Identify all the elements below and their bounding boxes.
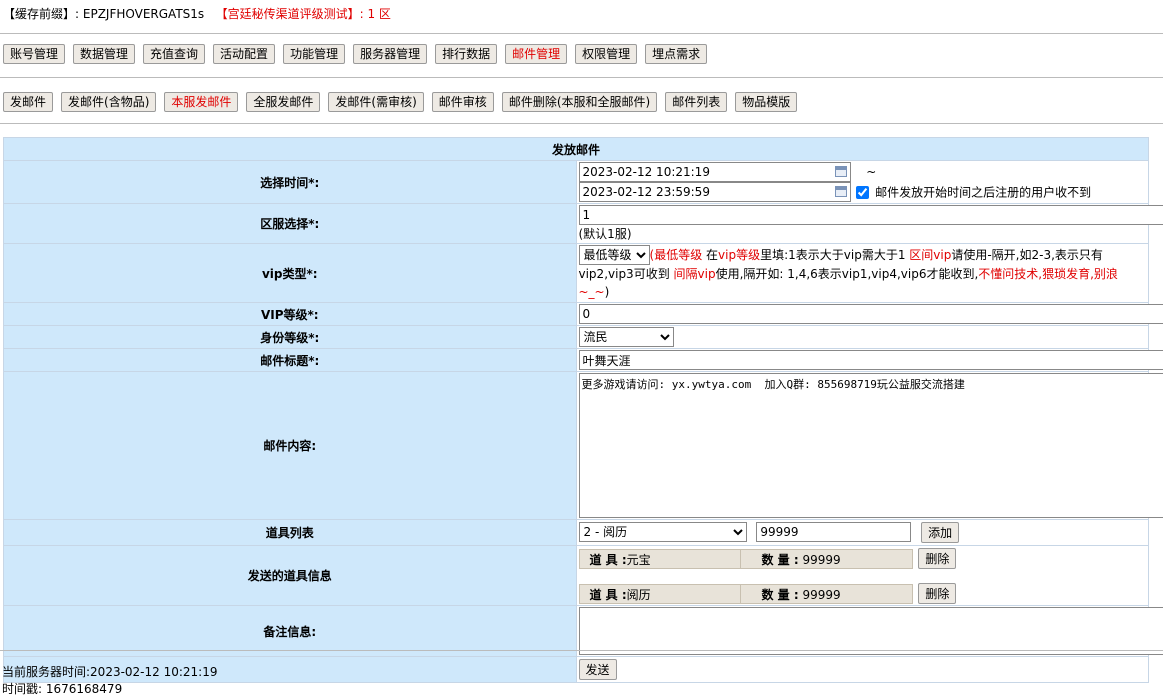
- sub-menu-mail-review[interactable]: 邮件审核: [431, 92, 494, 112]
- send-cell: 发送: [575, 656, 1149, 683]
- main-menu-permission[interactable]: 权限管理: [575, 44, 638, 64]
- remark-label: 备注信息:: [3, 605, 577, 657]
- sub-menu-mail-list[interactable]: 邮件列表: [665, 92, 728, 112]
- item-list-cell: 2 - 阅历 添加: [575, 519, 1149, 546]
- vip-level-input[interactable]: [578, 304, 1163, 324]
- main-menu-activity[interactable]: 活动配置: [213, 44, 276, 64]
- vip-level-label: VIP等级*:: [3, 302, 577, 326]
- zone-hint: (默认1服): [578, 227, 632, 241]
- sub-menu-mail-review-send[interactable]: 发邮件(需审核): [328, 92, 424, 112]
- identity-label: 身份等级*:: [3, 325, 577, 349]
- time-checkbox[interactable]: [856, 185, 870, 199]
- qty-key-label: 数 量 :: [761, 552, 799, 567]
- zone-cell: (默认1服): [575, 203, 1163, 244]
- item-key-label: 道 具 :: [589, 587, 627, 602]
- send-button[interactable]: 发送: [578, 659, 617, 680]
- sent-item-qty-box: 数 量 : 99999: [740, 548, 913, 569]
- zone-label: 区服选择*:: [3, 203, 577, 244]
- server-label: 【宫廷秘传渠道评级测试】: 1 区: [215, 7, 391, 21]
- sent-items-label: 发送的道具信息: [3, 545, 577, 606]
- item-qty: 99999: [802, 587, 841, 602]
- sent-item-row: 道 具 :元宝数 量 : 99999 删除: [578, 548, 1147, 569]
- vip-type-select[interactable]: 最低等级: [578, 245, 650, 265]
- calendar-icon[interactable]: [834, 186, 847, 197]
- vip-hint-4: vip等级: [718, 248, 761, 262]
- divider: [0, 650, 1163, 651]
- sub-menu-global-mail[interactable]: 全服发邮件: [246, 92, 321, 112]
- content-textarea[interactable]: 更多游戏请访问: yx.ywtya.com 加入Q群: 855698719玩公益…: [578, 373, 1163, 518]
- subject-cell: [575, 348, 1163, 372]
- sub-menu-server-mail[interactable]: 本服发邮件: [164, 92, 239, 112]
- calendar-icon[interactable]: [834, 166, 847, 177]
- vip-type-label: vip类型*:: [3, 243, 577, 303]
- add-item-button[interactable]: 添加: [921, 522, 960, 543]
- vip-hint-2: 最低等级: [654, 248, 703, 262]
- vip-hint-5: 里填:1表示大于vip需大于1: [760, 248, 910, 262]
- zone-input[interactable]: [578, 205, 1163, 225]
- sent-items-cell: 道 具 :元宝数 量 : 99999 删除 道 具 :阅历数 量 : 99999…: [575, 545, 1149, 606]
- divider: [0, 33, 1163, 34]
- qty-key-label: 数 量 :: [761, 587, 799, 602]
- end-date-wrap: [578, 182, 851, 202]
- item-name: 阅历: [626, 587, 651, 602]
- sent-item-qty-box: 数 量 : 99999: [740, 583, 913, 604]
- main-menu-function[interactable]: 功能管理: [283, 44, 346, 64]
- header-line: 【缓存前缀】: EPZJFHOVERGATS1s 【宫廷秘传渠道评级测试】: 1…: [3, 5, 391, 22]
- end-time-input[interactable]: [578, 182, 851, 202]
- item-select[interactable]: 2 - 阅历: [578, 522, 747, 542]
- cache-label: 【缓存前缀】:: [3, 7, 80, 21]
- cache-value: EPZJFHOVERGATS1s: [82, 7, 205, 21]
- main-menu-ranking[interactable]: 排行数据: [435, 44, 498, 64]
- item-qty-input[interactable]: [756, 522, 912, 542]
- delete-item-button[interactable]: 删除: [918, 548, 957, 569]
- sent-item-name-box: 道 具 :阅历: [578, 583, 741, 604]
- start-date-wrap: [578, 162, 851, 182]
- time-separator: ~: [866, 165, 877, 179]
- identity-cell: 流民: [575, 325, 1149, 349]
- subject-label: 邮件标题*:: [3, 348, 577, 372]
- sub-menu-send-mail[interactable]: 发邮件: [3, 92, 54, 112]
- time-label: 选择时间*:: [3, 160, 577, 204]
- main-menu-recharge[interactable]: 充值查询: [143, 44, 206, 64]
- content-cell: 更多游戏请访问: yx.ywtya.com 加入Q群: 855698719玩公益…: [575, 371, 1163, 520]
- item-qty: 99999: [802, 552, 841, 567]
- sent-item-name-box: 道 具 :元宝: [578, 548, 741, 569]
- main-menu-server[interactable]: 服务器管理: [353, 44, 428, 64]
- start-time-input[interactable]: [578, 162, 851, 182]
- item-name: 元宝: [626, 552, 651, 567]
- main-menu: 账号管理 数据管理 充值查询 活动配置 功能管理 服务器管理 排行数据 邮件管理…: [3, 44, 708, 64]
- vip-hint-6: 区间vip: [909, 248, 952, 262]
- item-key-label: 道 具 :: [589, 552, 627, 567]
- remark-textarea[interactable]: [578, 607, 1163, 655]
- vip-hint-11: ): [604, 285, 610, 299]
- divider: [0, 77, 1163, 78]
- remark-cell: [575, 605, 1163, 657]
- time-cell: ~ 邮件发放开始时间之后注册的用户收不到: [575, 160, 1149, 204]
- content-label: 邮件内容:: [3, 371, 577, 520]
- main-menu-data[interactable]: 数据管理: [73, 44, 136, 64]
- form-title: 发放邮件: [3, 137, 1149, 161]
- server-time: 当前服务器时间:2023-02-12 10:21:19: [2, 665, 218, 679]
- divider: [0, 123, 1163, 124]
- sub-menu: 发邮件 发邮件(含物品) 本服发邮件 全服发邮件 发邮件(需审核) 邮件审核 邮…: [3, 92, 798, 112]
- vip-hint-8: 间隔vip: [673, 267, 716, 281]
- time-check-label: 邮件发放开始时间之后注册的用户收不到: [875, 185, 1092, 200]
- sub-menu-send-mail-items[interactable]: 发邮件(含物品): [61, 92, 157, 112]
- vip-type-cell: 最低等级 (最低等级 在vip等级里填:1表示大于vip需大于1 区间vip请使…: [575, 243, 1149, 303]
- vip-hint-9: 使用,隔开如: 1,4,6表示vip1,vip4,vip6才能收到,: [715, 267, 979, 281]
- vip-hint-3: 在: [702, 248, 719, 262]
- identity-select[interactable]: 流民: [578, 327, 674, 347]
- sub-menu-mail-delete[interactable]: 邮件删除(本服和全服邮件): [501, 92, 658, 112]
- delete-item-button[interactable]: 删除: [918, 583, 957, 604]
- mail-form: 发放邮件 选择时间*: ~ 邮件发放开始时间之后注册的用户收不到 区服选择*: …: [3, 137, 1163, 683]
- main-menu-tracking[interactable]: 埋点需求: [645, 44, 708, 64]
- timestamp: 时间戳: 1676168479: [2, 682, 123, 696]
- main-menu-account[interactable]: 账号管理: [3, 44, 66, 64]
- vip-level-cell: [575, 302, 1163, 326]
- sub-menu-item-template[interactable]: 物品模版: [735, 92, 798, 112]
- sent-item-row: 道 具 :阅历数 量 : 99999 删除: [578, 583, 1147, 604]
- item-list-label: 道具列表: [3, 519, 577, 546]
- subject-input[interactable]: [578, 350, 1163, 370]
- main-menu-mail[interactable]: 邮件管理: [505, 44, 568, 64]
